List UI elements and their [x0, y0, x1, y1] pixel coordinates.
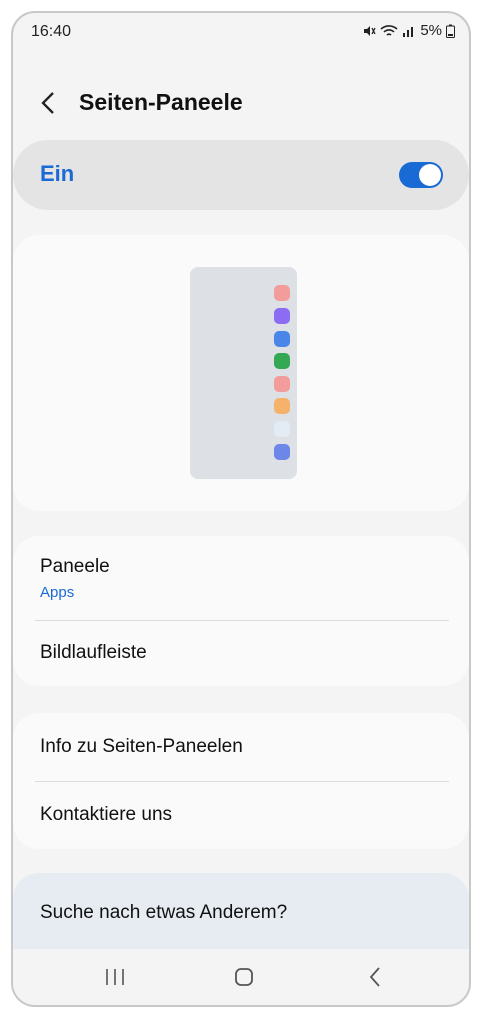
info-menu-item[interactable]: Info zu Seiten-Paneelen [13, 713, 469, 781]
battery-icon [446, 24, 455, 38]
master-toggle-switch[interactable] [399, 162, 443, 188]
nav-back-icon [369, 967, 380, 987]
info-settings-card: Info zu Seiten-Paneelen Kontaktiere uns [13, 713, 469, 849]
recents-button[interactable] [95, 959, 135, 995]
preview-app-icon [274, 444, 290, 460]
recents-icon [106, 969, 124, 985]
phone-screen: 16:40 5% Seiten-Paneele Ein Paneele Apps… [11, 11, 471, 1007]
header: Seiten-Paneele [13, 81, 469, 125]
panels-menu-item[interactable]: Paneele Apps [13, 536, 469, 620]
preview-app-icon [274, 421, 290, 437]
info-label: Info zu Seiten-Paneelen [40, 736, 243, 757]
preview-card [13, 235, 469, 511]
home-button[interactable] [224, 959, 264, 995]
preview-app-icon [274, 285, 290, 301]
preview-app-icon [274, 331, 290, 347]
nav-back-button[interactable] [355, 959, 395, 995]
master-toggle-row[interactable]: Ein [13, 140, 469, 210]
preview-app-icon [274, 308, 290, 324]
mute-icon [364, 25, 376, 36]
back-arrow-icon [41, 92, 54, 114]
status-bar: 16:40 5% [13, 13, 469, 51]
navigation-bar [13, 949, 469, 1005]
panels-settings-card: Paneele Apps Bildlaufleiste [13, 536, 469, 686]
battery-percentage: 5% [420, 22, 442, 39]
panels-subtitle: Apps [40, 584, 75, 601]
signal-icon [403, 26, 414, 37]
page-title: Seiten-Paneele [79, 89, 243, 115]
status-icons: 5% [362, 22, 455, 39]
preview-app-icon [274, 353, 290, 369]
preview-app-icon [274, 398, 290, 414]
back-button[interactable] [35, 87, 63, 119]
contact-menu-item[interactable]: Kontaktiere uns [13, 782, 469, 849]
panels-label: Paneele [40, 556, 110, 577]
master-toggle-label: Ein [40, 161, 75, 186]
contact-label: Kontaktiere uns [40, 804, 173, 825]
preview-app-icon [274, 376, 290, 392]
edge-panel-preview [190, 267, 297, 479]
scrollbar-label: Bildlaufleiste [40, 642, 147, 663]
home-icon [235, 968, 253, 986]
scrollbar-menu-item[interactable]: Bildlaufleiste [13, 621, 469, 686]
toggle-knob [419, 164, 441, 186]
status-time: 16:40 [31, 23, 72, 40]
wifi-icon [380, 24, 398, 36]
search-suggestion-label: Suche nach etwas Anderem? [40, 902, 288, 923]
